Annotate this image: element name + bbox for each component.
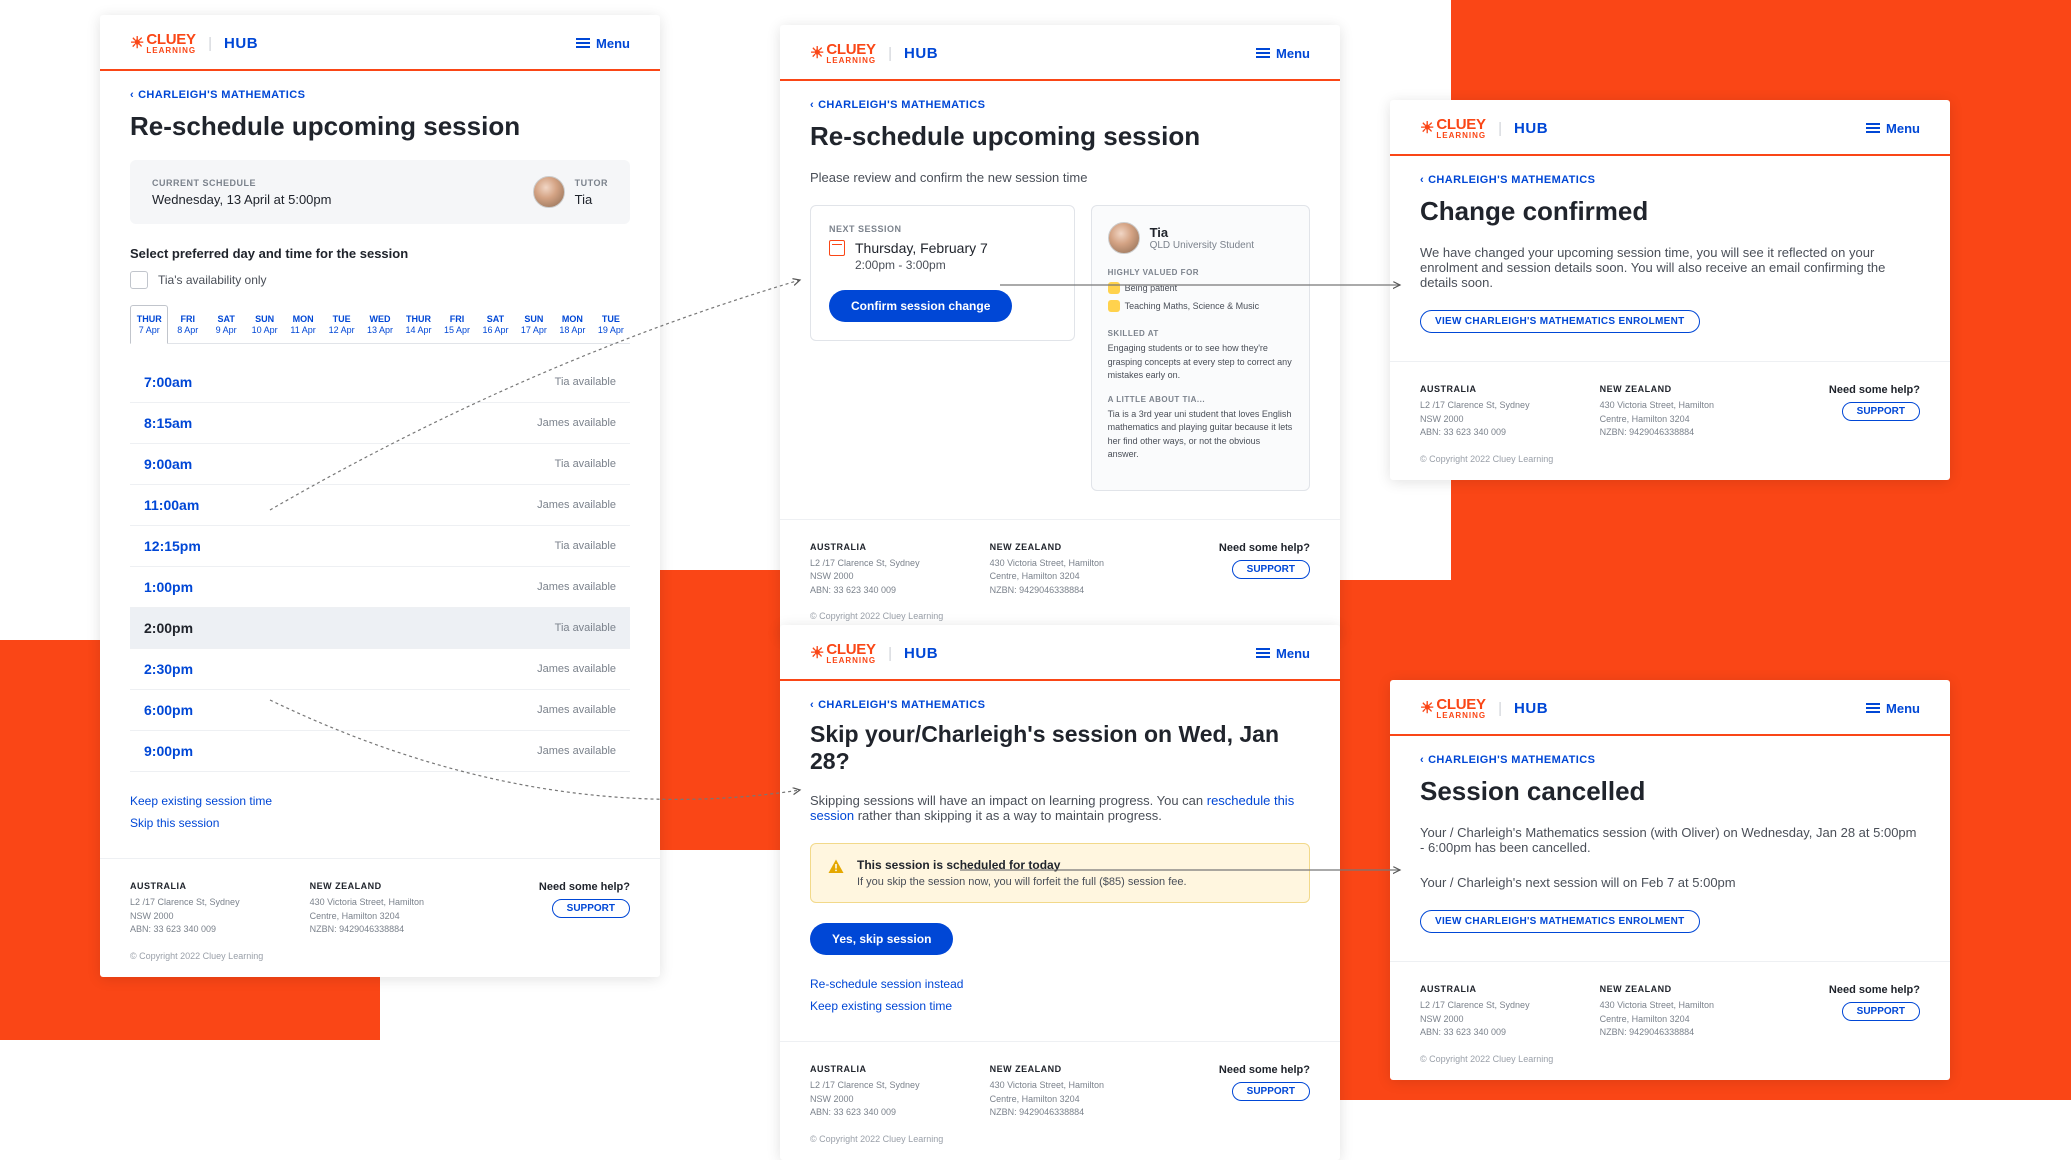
- skip-session-link[interactable]: Skip this session: [130, 816, 630, 830]
- hamburger-icon: [1256, 46, 1270, 60]
- view-enrolment-button[interactable]: VIEW CHARLEIGH'S MATHEMATICS ENROLMENT: [1420, 310, 1700, 333]
- chevron-left-icon: ‹: [810, 99, 814, 111]
- breadcrumb[interactable]: ‹ CHARLEIGH'S MATHEMATICS: [1420, 754, 1920, 766]
- time-slot[interactable]: 6:00pmJames available: [130, 690, 630, 731]
- confirm-change-panel: ☀CLUEYLEARNING |HUB Menu ‹ CHARLEIGH'S M…: [780, 25, 1340, 637]
- time-slot[interactable]: 1:00pmJames available: [130, 567, 630, 608]
- avatar: [533, 176, 565, 208]
- date-tab[interactable]: WED13 Apr: [361, 305, 399, 343]
- date-tab[interactable]: MON18 Apr: [553, 305, 591, 343]
- keep-time-link[interactable]: Keep existing session time: [810, 999, 1310, 1013]
- badge-icon: [1108, 300, 1120, 312]
- logo[interactable]: ☀CLUEYLEARNING |HUB: [1420, 696, 1548, 720]
- date-tab[interactable]: THUR14 Apr: [399, 305, 437, 343]
- chevron-left-icon: ‹: [130, 89, 134, 101]
- menu-button[interactable]: Menu: [576, 36, 630, 51]
- support-button[interactable]: SUPPORT: [1842, 1002, 1920, 1021]
- header: ☀CLUEYLEARNING | HUB Menu: [100, 15, 660, 71]
- sun-icon: ☀: [1420, 698, 1434, 718]
- hamburger-icon: [1256, 646, 1270, 660]
- date-tab[interactable]: TUE19 Apr: [592, 305, 630, 343]
- warning-box: This session is scheduled for today If y…: [810, 843, 1310, 903]
- time-slot[interactable]: 8:15amJames available: [130, 403, 630, 444]
- next-session-card: NEXT SESSION Thursday, February 7 2:00pm…: [810, 205, 1075, 341]
- support-button[interactable]: SUPPORT: [1232, 560, 1310, 579]
- hamburger-icon: [1866, 701, 1880, 715]
- change-confirmed-panel: ☀CLUEYLEARNING |HUB Menu ‹ CHARLEIGH'S M…: [1390, 100, 1950, 480]
- badge-icon: [1108, 282, 1120, 294]
- availability-checkbox-row[interactable]: Tia's availability only: [130, 271, 630, 289]
- logo[interactable]: ☀CLUEYLEARNING |HUB: [810, 41, 938, 65]
- keep-time-link[interactable]: Keep existing session time: [130, 794, 630, 808]
- page-title: Re-schedule upcoming session: [810, 121, 1310, 152]
- time-slot-list: 7:00amTia available8:15amJames available…: [130, 362, 630, 772]
- chevron-left-icon: ‹: [1420, 754, 1424, 766]
- page-title: Change confirmed: [1420, 196, 1920, 227]
- chevron-left-icon: ‹: [1420, 174, 1424, 186]
- logo[interactable]: ☀CLUEYLEARNING |HUB: [1420, 116, 1548, 140]
- checkbox-icon[interactable]: [130, 271, 148, 289]
- hamburger-icon: [1866, 121, 1880, 135]
- menu-button[interactable]: Menu: [1866, 121, 1920, 136]
- date-tab[interactable]: SUN17 Apr: [515, 305, 553, 343]
- time-slot[interactable]: 2:00pmTia available: [130, 608, 630, 649]
- date-tabs: THUR7 AprFRI8 AprSAT9 AprSUN10 AprMON11 …: [130, 305, 630, 344]
- chevron-left-icon: ‹: [810, 699, 814, 711]
- warning-icon: [827, 858, 845, 876]
- skip-description: Skipping sessions will have an impact on…: [810, 793, 1310, 823]
- page-title: Skip your/Charleigh's session on Wed, Ja…: [810, 721, 1310, 775]
- breadcrumb[interactable]: ‹ CHARLEIGH'S MATHEMATICS: [1420, 174, 1920, 186]
- date-tab[interactable]: THUR7 Apr: [130, 305, 168, 344]
- hamburger-icon: [576, 36, 590, 50]
- reschedule-picker-panel: ☀CLUEYLEARNING | HUB Menu ‹ CHARLEIGH'S …: [100, 15, 660, 977]
- breadcrumb[interactable]: ‹ CHARLEIGH'S MATHEMATICS: [130, 89, 630, 101]
- yes-skip-button[interactable]: Yes, skip session: [810, 923, 953, 955]
- sun-icon: ☀: [810, 643, 824, 663]
- menu-button[interactable]: Menu: [1256, 46, 1310, 61]
- current-schedule-card: CURRENT SCHEDULE Wednesday, 13 April at …: [130, 160, 630, 224]
- confirm-change-button[interactable]: Confirm session change: [829, 290, 1012, 322]
- page-title: Re-schedule upcoming session: [130, 111, 630, 142]
- view-enrolment-button[interactable]: VIEW CHARLEIGH'S MATHEMATICS ENROLMENT: [1420, 910, 1700, 933]
- time-slot[interactable]: 12:15pmTia available: [130, 526, 630, 567]
- menu-button[interactable]: Menu: [1866, 701, 1920, 716]
- support-button[interactable]: SUPPORT: [1232, 1082, 1310, 1101]
- session-cancelled-panel: ☀CLUEYLEARNING |HUB Menu ‹ CHARLEIGH'S M…: [1390, 680, 1950, 1080]
- date-tab[interactable]: FRI15 Apr: [438, 305, 476, 343]
- date-tab[interactable]: MON11 Apr: [284, 305, 322, 343]
- time-slot[interactable]: 11:00amJames available: [130, 485, 630, 526]
- breadcrumb[interactable]: ‹ CHARLEIGH'S MATHEMATICS: [810, 99, 1310, 111]
- avatar: [1108, 222, 1140, 254]
- date-tab[interactable]: SAT9 Apr: [207, 305, 245, 343]
- date-tab[interactable]: SUN10 Apr: [245, 305, 283, 343]
- page-title: Session cancelled: [1420, 776, 1920, 807]
- skip-session-panel: ☀CLUEYLEARNING |HUB Menu ‹ CHARLEIGH'S M…: [780, 625, 1340, 1160]
- support-button[interactable]: SUPPORT: [552, 899, 630, 918]
- sun-icon: ☀: [130, 33, 144, 53]
- time-slot[interactable]: 2:30pmJames available: [130, 649, 630, 690]
- reschedule-link[interactable]: Re-schedule session instead: [810, 977, 1310, 991]
- support-button[interactable]: SUPPORT: [1842, 402, 1920, 421]
- calendar-icon: [829, 240, 845, 256]
- logo[interactable]: ☀CLUEYLEARNING | HUB: [130, 31, 258, 55]
- breadcrumb[interactable]: ‹ CHARLEIGH'S MATHEMATICS: [810, 699, 1310, 711]
- time-slot[interactable]: 7:00amTia available: [130, 362, 630, 403]
- sun-icon: ☀: [810, 43, 824, 63]
- time-slot[interactable]: 9:00pmJames available: [130, 731, 630, 772]
- logo[interactable]: ☀CLUEYLEARNING |HUB: [810, 641, 938, 665]
- time-slot[interactable]: 9:00amTia available: [130, 444, 630, 485]
- sun-icon: ☀: [1420, 118, 1434, 138]
- date-tab[interactable]: FRI8 Apr: [168, 305, 206, 343]
- date-tab[interactable]: TUE12 Apr: [322, 305, 360, 343]
- menu-button[interactable]: Menu: [1256, 646, 1310, 661]
- footer: AUSTRALIAL2 /17 Clarence St, SydneyNSW 2…: [100, 858, 660, 951]
- date-tab[interactable]: SAT16 Apr: [476, 305, 514, 343]
- tutor-card: TiaQLD University Student HIGHLY VALUED …: [1091, 205, 1310, 491]
